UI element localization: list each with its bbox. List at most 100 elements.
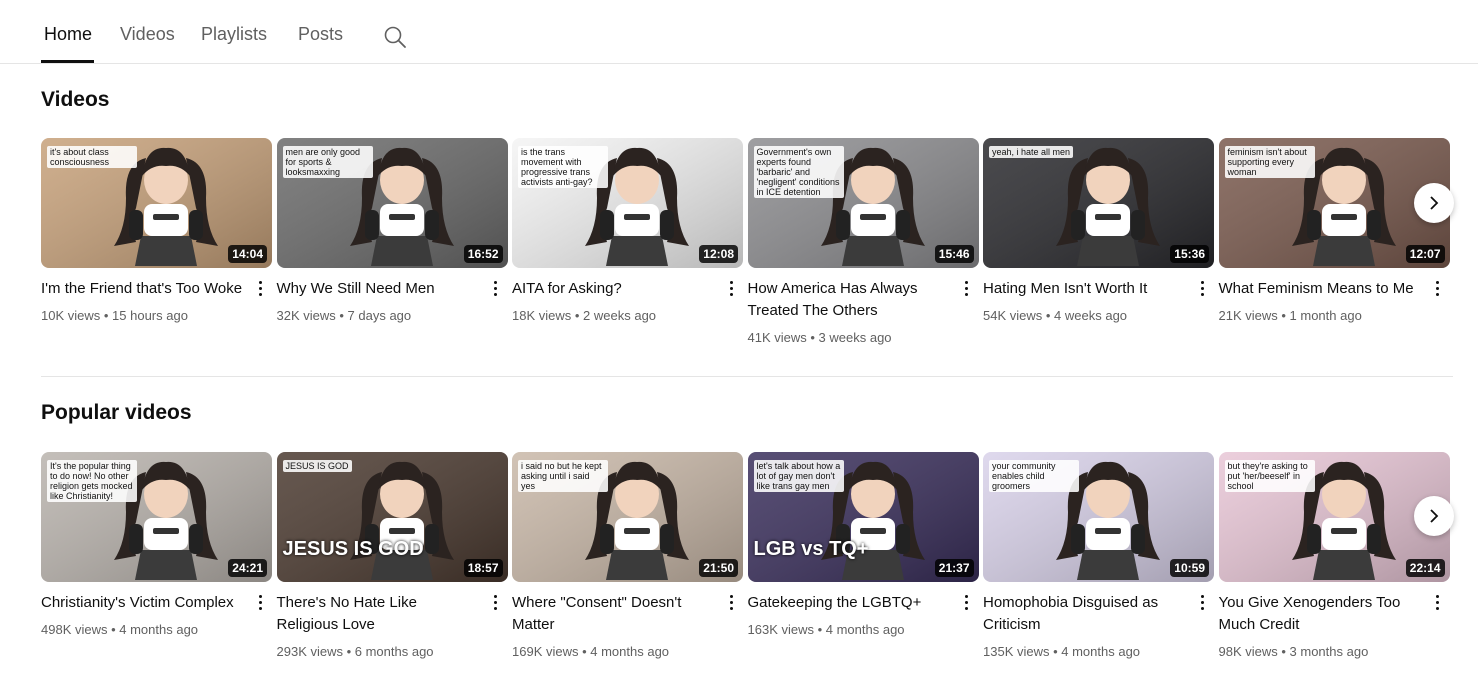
video-metadata: 21K views • 1 month ago bbox=[1219, 308, 1362, 323]
thumbnail-caption: feminism isn't about supporting every wo… bbox=[1224, 146, 1315, 178]
view-count: 18K views bbox=[512, 308, 572, 323]
video-metadata: 498K views • 4 months ago bbox=[41, 622, 198, 637]
video-card[interactable]: JESUS IS GOD JESUS IS GOD 18:57 There's No … bbox=[276, 452, 508, 659]
view-count: 41K views bbox=[747, 330, 807, 345]
video-duration-badge: 12:08 bbox=[699, 245, 738, 263]
video-card[interactable]: let's talk about how a lot of gay men do… bbox=[747, 452, 979, 637]
thumbnail-caption: men are only good for sports & looksmaxx… bbox=[282, 146, 373, 178]
tab-playlists[interactable]: Playlists bbox=[201, 24, 267, 45]
video-card[interactable]: it's about class consciousness 14:04 I'm t… bbox=[41, 138, 272, 323]
video-metadata: 163K views • 4 months ago bbox=[748, 622, 905, 637]
thumbnail-caption: It's the popular thing to do now! No oth… bbox=[47, 460, 137, 502]
video-duration-badge: 10:59 bbox=[1170, 559, 1209, 577]
upload-age: 2 weeks ago bbox=[583, 308, 657, 323]
chevron-right-icon bbox=[1430, 196, 1439, 210]
video-title[interactable]: There's No Hate Like Religious Love bbox=[277, 592, 482, 636]
video-title[interactable]: Hating Men Isn't Worth It bbox=[983, 278, 1188, 300]
videos-shelf: it's about class consciousness 14:04 I'm t… bbox=[41, 138, 1461, 368]
video-title[interactable]: Gatekeeping the LGBTQ+ bbox=[748, 592, 953, 614]
upload-age: 4 weeks ago bbox=[1054, 308, 1128, 323]
video-card[interactable]: your community enables child groomers 10:… bbox=[983, 452, 1214, 659]
video-metadata: 54K views • 4 weeks ago bbox=[983, 308, 1127, 323]
video-thumbnail[interactable]: yeah, i hate all men 15:36 bbox=[983, 138, 1214, 268]
more-vert-icon[interactable] bbox=[252, 592, 268, 614]
video-card[interactable]: It's the popular thing to do now! No oth… bbox=[41, 452, 272, 637]
thumbnail-caption: Government's own experts found 'barbaric… bbox=[753, 146, 844, 198]
video-thumbnail[interactable]: JESUS IS GOD JESUS IS GOD 18:57 bbox=[276, 452, 508, 582]
video-title[interactable]: Homophobia Disguised as Criticism bbox=[983, 592, 1188, 636]
more-vert-icon[interactable] bbox=[1430, 278, 1446, 300]
channel-tab-bar: Home Videos Playlists Posts bbox=[0, 0, 1478, 64]
video-duration-badge: 16:52 bbox=[463, 245, 503, 263]
video-card[interactable]: is the trans movement with progressive t… bbox=[512, 138, 743, 323]
video-title[interactable]: AITA for Asking? bbox=[512, 278, 717, 300]
video-thumbnail[interactable]: let's talk about how a lot of gay men do… bbox=[747, 452, 979, 582]
video-duration-badge: 12:07 bbox=[1405, 245, 1445, 263]
video-thumbnail[interactable]: is the trans movement with progressive t… bbox=[512, 138, 743, 268]
video-metadata: 135K views • 4 months ago bbox=[983, 644, 1140, 659]
video-metadata: 18K views • 2 weeks ago bbox=[512, 308, 656, 323]
video-title[interactable]: How America Has Always Treated The Other… bbox=[748, 278, 953, 322]
video-thumbnail[interactable]: men are only good for sports & looksmaxx… bbox=[276, 138, 508, 268]
upload-age: 4 months ago bbox=[1061, 644, 1141, 659]
thumbnail-caption: JESUS IS GOD bbox=[282, 460, 352, 472]
thumbnail-headline: LGB vs TQ+ bbox=[753, 538, 869, 560]
more-vert-icon[interactable] bbox=[1430, 592, 1446, 614]
video-title[interactable]: Why We Still Need Men bbox=[277, 278, 482, 300]
video-title[interactable]: I'm the Friend that's Too Woke bbox=[41, 278, 246, 300]
video-title[interactable]: Christianity's Victim Complex bbox=[41, 592, 246, 614]
video-title[interactable]: Where "Consent" Doesn't Matter bbox=[512, 592, 717, 636]
video-metadata: 169K views • 4 months ago bbox=[512, 644, 669, 659]
upload-age: 6 months ago bbox=[354, 644, 434, 659]
tab-videos[interactable]: Videos bbox=[120, 24, 175, 45]
more-vert-icon[interactable] bbox=[723, 278, 739, 300]
meta-separator: • bbox=[100, 308, 113, 323]
more-vert-icon[interactable] bbox=[1194, 278, 1210, 300]
popular-videos-shelf: It's the popular thing to do now! No oth… bbox=[41, 452, 1461, 682]
thumbnail-caption: it's about class consciousness bbox=[47, 146, 137, 168]
view-count: 293K views bbox=[276, 644, 343, 659]
video-card[interactable]: yeah, i hate all men 15:36 Hating Men Isn'… bbox=[983, 138, 1214, 323]
section-title-popular[interactable]: Popular videos bbox=[41, 401, 192, 425]
upload-age: 4 months ago bbox=[119, 622, 199, 637]
video-duration-badge: 15:46 bbox=[934, 245, 974, 263]
video-title[interactable]: What Feminism Means to Me bbox=[1219, 278, 1424, 300]
video-duration-badge: 15:36 bbox=[1170, 245, 1209, 263]
more-vert-icon[interactable] bbox=[488, 278, 504, 300]
more-vert-icon[interactable] bbox=[488, 592, 504, 614]
video-duration-badge: 14:04 bbox=[228, 245, 267, 263]
view-count: 98K views bbox=[1218, 644, 1278, 659]
video-duration-badge: 18:57 bbox=[463, 559, 503, 577]
video-metadata: 293K views • 6 months ago bbox=[277, 644, 434, 659]
video-card[interactable]: Government's own experts found 'barbaric… bbox=[747, 138, 979, 345]
shelf-next-button[interactable] bbox=[1414, 183, 1454, 223]
video-thumbnail[interactable]: i said no but he kept asking until i sai… bbox=[512, 452, 743, 582]
search-icon[interactable] bbox=[383, 25, 407, 49]
video-duration-badge: 21:37 bbox=[934, 559, 974, 577]
more-vert-icon[interactable] bbox=[252, 278, 268, 300]
more-vert-icon[interactable] bbox=[959, 592, 975, 614]
tab-posts[interactable]: Posts bbox=[298, 24, 343, 45]
video-title[interactable]: You Give Xenogenders Too Much Credit bbox=[1219, 592, 1424, 636]
upload-age: 4 months ago bbox=[825, 622, 905, 637]
more-vert-icon[interactable] bbox=[1194, 592, 1210, 614]
video-thumbnail[interactable]: Government's own experts found 'barbaric… bbox=[747, 138, 979, 268]
section-title-videos[interactable]: Videos bbox=[41, 88, 109, 112]
thumbnail-caption: is the trans movement with progressive t… bbox=[518, 146, 608, 188]
more-vert-icon[interactable] bbox=[723, 592, 739, 614]
thumbnail-headline: JESUS IS GOD bbox=[282, 538, 424, 560]
upload-age: 7 days ago bbox=[347, 308, 412, 323]
video-thumbnail[interactable]: It's the popular thing to do now! No oth… bbox=[41, 452, 272, 582]
upload-age: 1 month ago bbox=[1289, 308, 1362, 323]
video-thumbnail[interactable]: your community enables child groomers 10:… bbox=[983, 452, 1214, 582]
more-vert-icon[interactable] bbox=[959, 278, 975, 300]
video-duration-badge: 24:21 bbox=[228, 559, 267, 577]
meta-separator: • bbox=[578, 644, 591, 659]
upload-age: 15 hours ago bbox=[112, 308, 188, 323]
meta-separator: • bbox=[1049, 644, 1062, 659]
shelf-next-button[interactable] bbox=[1414, 496, 1454, 536]
tab-home[interactable]: Home bbox=[44, 24, 92, 45]
video-card[interactable]: men are only good for sports & looksmaxx… bbox=[276, 138, 508, 323]
video-card[interactable]: i said no but he kept asking until i sai… bbox=[512, 452, 743, 659]
video-thumbnail[interactable]: it's about class consciousness 14:04 bbox=[41, 138, 272, 268]
